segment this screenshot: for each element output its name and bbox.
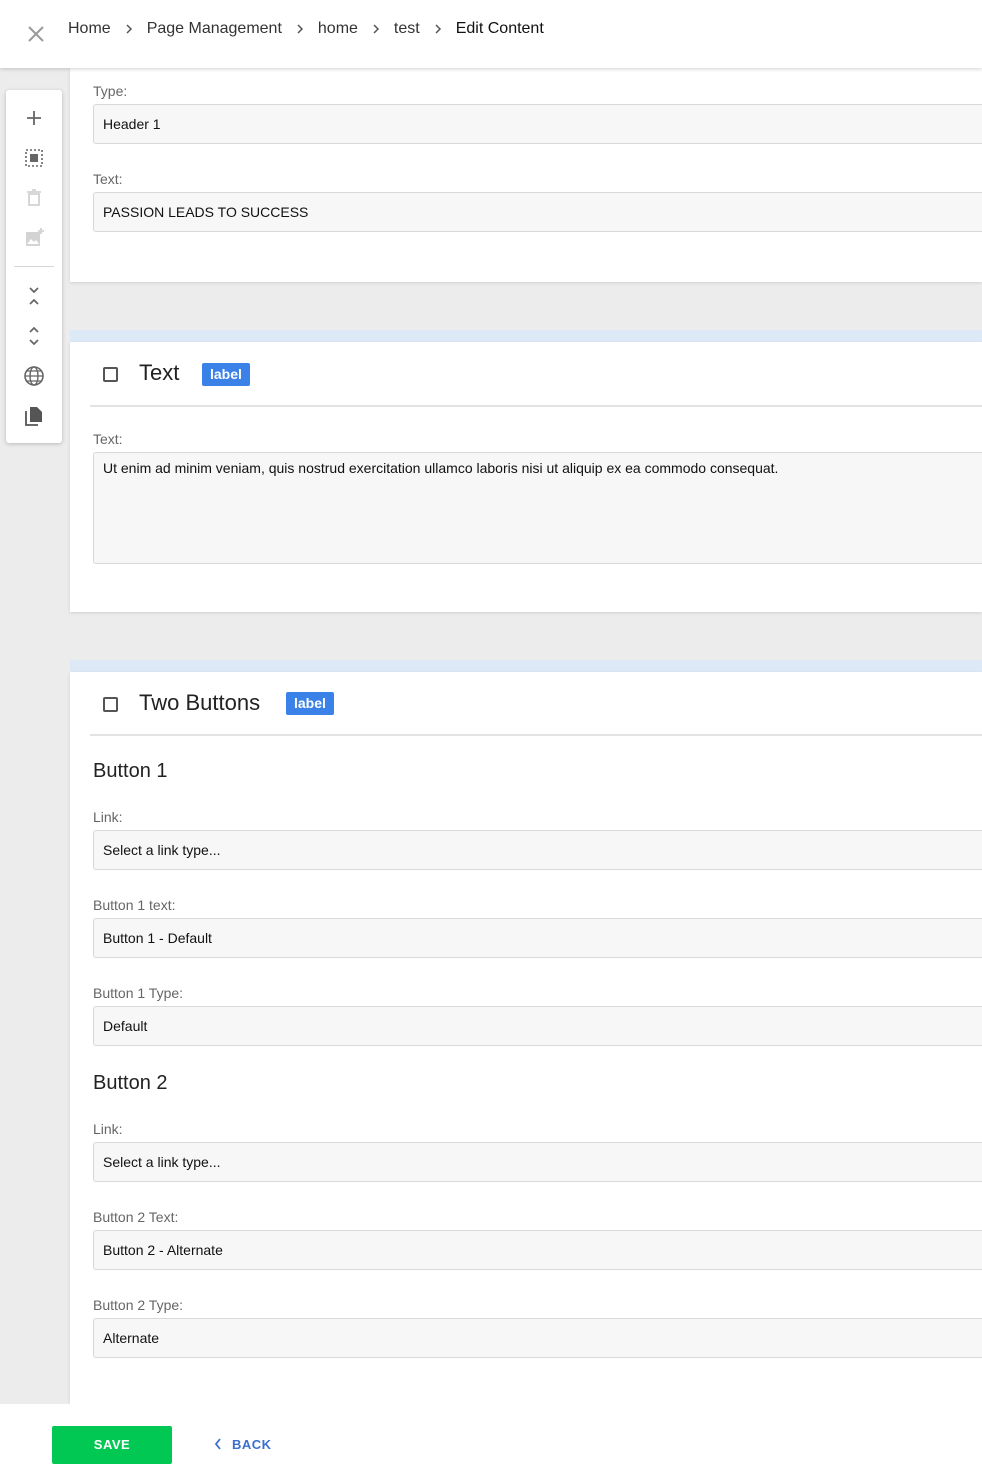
- two-buttons-block-panel: Two Buttons label Button 1 Link: Select …: [70, 672, 982, 1404]
- block-title: Two Buttons: [139, 690, 261, 715]
- expand-all-icon[interactable]: [22, 324, 46, 348]
- block-accent-bar: [70, 660, 982, 672]
- button2-type-select[interactable]: Alternate: [93, 1318, 982, 1358]
- text-block-panel: Text label Text: Ut enim ad minim veniam…: [70, 342, 982, 612]
- header-block-panel: Type: Header 1 Text: PASSION LEADS TO SU…: [70, 68, 982, 282]
- breadcrumb-home[interactable]: Home: [68, 20, 111, 38]
- chevron-right-icon: [371, 23, 381, 35]
- breadcrumb-test[interactable]: test: [394, 20, 420, 38]
- button2-link-select[interactable]: Select a link type...: [93, 1142, 982, 1182]
- chevron-right-icon: [295, 23, 305, 35]
- button1-text-label: Button 1 text:: [93, 897, 176, 913]
- save-button[interactable]: SAVE: [52, 1426, 172, 1464]
- delete-icon[interactable]: [22, 186, 46, 210]
- block-accent-bar: [70, 330, 982, 342]
- button1-type-label: Button 1 Type:: [93, 985, 184, 1001]
- button2-link-label: Link:: [93, 1121, 123, 1137]
- block-tag[interactable]: label: [202, 363, 250, 386]
- button2-text-input[interactable]: Button 2 - Alternate: [93, 1230, 982, 1270]
- copy-icon[interactable]: [22, 404, 46, 428]
- header-text-input[interactable]: PASSION LEADS TO SUCCESS: [93, 192, 982, 232]
- rail-divider: [14, 266, 54, 267]
- back-label: BACK: [232, 1436, 272, 1452]
- text-body-textarea[interactable]: Ut enim ad minim veniam, quis nostrud ex…: [93, 452, 982, 564]
- globe-icon[interactable]: [22, 364, 46, 388]
- type-label: Type:: [93, 83, 128, 99]
- text-label: Text:: [93, 431, 123, 447]
- breadcrumb: Home Page Management home test Edit Cont…: [68, 20, 544, 38]
- button1-type-select[interactable]: Default: [93, 1006, 982, 1046]
- close-icon[interactable]: [24, 22, 48, 46]
- chevron-left-icon: [214, 1438, 221, 1450]
- top-bar: Home Page Management home test Edit Cont…: [0, 0, 982, 68]
- button1-link-select[interactable]: Select a link type...: [93, 830, 982, 870]
- select-all-icon[interactable]: [22, 146, 46, 170]
- chevron-right-icon: [124, 23, 134, 35]
- block-header: Text label: [70, 342, 982, 408]
- button1-text-input[interactable]: Button 1 - Default: [93, 918, 982, 958]
- breadcrumb-page-management[interactable]: Page Management: [147, 20, 282, 38]
- collapse-all-icon[interactable]: [22, 284, 46, 308]
- text-label: Text:: [93, 171, 123, 187]
- bottom-action-bar: SAVE BACK: [0, 1404, 982, 1482]
- button1-heading: Button 1: [93, 760, 168, 782]
- block-header: Two Buttons label: [70, 672, 982, 738]
- add-icon[interactable]: [22, 106, 46, 130]
- button2-type-label: Button 2 Type:: [93, 1297, 184, 1313]
- breadcrumb-home-page[interactable]: home: [318, 20, 358, 38]
- tool-rail: [6, 90, 62, 443]
- breadcrumb-edit-content: Edit Content: [455, 20, 544, 37]
- block-title: Text: [139, 360, 180, 385]
- block-tag[interactable]: label: [286, 692, 334, 715]
- button2-heading: Button 2: [93, 1072, 168, 1094]
- divider: [90, 734, 982, 736]
- add-image-icon[interactable]: [22, 226, 46, 250]
- button2-text-label: Button 2 Text:: [93, 1209, 179, 1225]
- divider: [90, 405, 982, 407]
- block-select-checkbox[interactable]: [103, 367, 118, 382]
- type-select[interactable]: Header 1: [93, 104, 982, 144]
- button1-link-label: Link:: [93, 809, 123, 825]
- block-select-checkbox[interactable]: [103, 697, 118, 712]
- back-button[interactable]: BACK: [214, 1433, 272, 1455]
- chevron-right-icon: [433, 23, 443, 35]
